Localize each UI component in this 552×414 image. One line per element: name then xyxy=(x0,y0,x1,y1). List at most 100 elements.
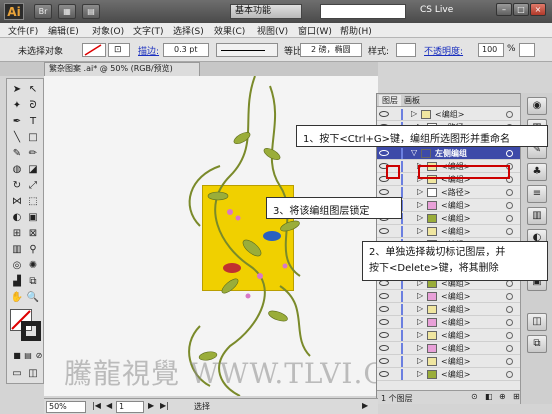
tab-artboards[interactable]: 画板 xyxy=(401,95,423,106)
menu-select[interactable]: 选择(S) xyxy=(173,24,204,37)
scale-tool-icon[interactable]: ⤢ xyxy=(26,179,40,193)
expand-triangle-icon[interactable]: ▷ xyxy=(417,291,423,300)
color-panel-icon[interactable]: ◉ xyxy=(527,97,547,115)
selection-tool-icon[interactable]: ➤ xyxy=(10,83,24,97)
first-artboard-icon[interactable]: |◀ xyxy=(92,401,101,410)
pen-tool-icon[interactable]: ✒ xyxy=(10,115,24,129)
brush-definition[interactable]: 2 磅，椭圆 xyxy=(300,43,362,57)
graphic-style-swatch[interactable] xyxy=(396,43,416,57)
make-clipping-mask-icon[interactable]: ◧ xyxy=(485,392,493,401)
last-artboard-icon[interactable]: ▶| xyxy=(160,401,169,410)
variable-width-profile[interactable] xyxy=(216,43,278,57)
document-tab[interactable]: 繁杂图案 .ai* @ 50% (RGB/预览) xyxy=(44,62,200,76)
lasso-tool-icon[interactable]: ᘐ xyxy=(26,99,40,113)
menu-edit[interactable]: 编辑(E) xyxy=(48,24,79,37)
screen-mode-icon[interactable]: ▭ xyxy=(10,367,24,381)
visibility-eye-icon[interactable] xyxy=(379,306,389,312)
menu-effect[interactable]: 效果(C) xyxy=(214,24,245,37)
graph-tool-icon[interactable]: ▟ xyxy=(10,275,24,289)
target-circle-icon[interactable] xyxy=(506,280,513,287)
target-circle-icon[interactable] xyxy=(506,202,513,209)
status-menu-icon[interactable]: ▶ xyxy=(362,401,368,410)
target-circle-icon[interactable] xyxy=(506,215,513,222)
magic-wand-tool-icon[interactable]: ✦ xyxy=(10,99,24,113)
menu-window[interactable]: 窗口(W) xyxy=(298,24,332,37)
new-sublayer-icon[interactable]: ⊕ xyxy=(499,392,506,401)
new-layer-icon[interactable]: ⊞ xyxy=(513,392,520,401)
drawing-mode-icon[interactable]: ◫ xyxy=(26,367,40,381)
target-circle-icon[interactable] xyxy=(506,358,513,365)
minimize-icon[interactable]: – xyxy=(496,3,512,16)
visibility-eye-icon[interactable] xyxy=(379,150,389,156)
artboard-number[interactable]: 1 xyxy=(116,401,144,413)
layout-button[interactable]: ▤ xyxy=(82,4,100,19)
target-circle-icon[interactable] xyxy=(506,332,513,339)
document-setup-button[interactable] xyxy=(519,43,535,57)
menu-object[interactable]: 对象(O) xyxy=(92,24,124,37)
eyedropper-tool-icon[interactable]: ⚲ xyxy=(26,243,40,257)
visibility-eye-icon[interactable] xyxy=(379,111,389,117)
eraser-tool-icon[interactable]: ◪ xyxy=(26,163,40,177)
expand-triangle-icon[interactable]: ▷ xyxy=(417,317,423,326)
tab-layers[interactable]: 图层 xyxy=(379,95,401,106)
visibility-eye-icon[interactable] xyxy=(379,358,389,364)
expand-triangle-icon[interactable]: ▷ xyxy=(417,330,423,339)
locate-object-icon[interactable]: ⊙ xyxy=(471,392,478,401)
stroke-panel-icon[interactable]: ≡ xyxy=(527,185,547,203)
bridge-button[interactable]: Br xyxy=(34,4,52,19)
expand-triangle-icon[interactable]: ▷ xyxy=(411,109,417,118)
expand-triangle-icon[interactable]: ▷ xyxy=(417,343,423,352)
direct-selection-tool-icon[interactable]: ↖ xyxy=(26,83,40,97)
stroke-swatch[interactable]: ⊡ xyxy=(108,43,130,57)
expand-triangle-icon[interactable]: ▷ xyxy=(417,369,423,378)
target-circle-icon[interactable] xyxy=(506,293,513,300)
expand-triangle-icon[interactable]: ▷ xyxy=(417,304,423,313)
symbols-panel-icon[interactable]: ♣ xyxy=(527,163,547,181)
visibility-eye-icon[interactable] xyxy=(379,293,389,299)
free-transform-tool-icon[interactable]: ⬚ xyxy=(26,195,40,209)
visibility-eye-icon[interactable] xyxy=(379,345,389,351)
visibility-eye-icon[interactable] xyxy=(379,189,389,195)
workspace-switcher[interactable]: 基本功能 xyxy=(230,4,302,19)
pencil-tool-icon[interactable]: ✏ xyxy=(26,147,40,161)
next-artboard-icon[interactable]: ▶ xyxy=(148,401,154,410)
width-tool-icon[interactable]: ⋈ xyxy=(10,195,24,209)
expand-triangle-icon[interactable]: ▷ xyxy=(417,200,423,209)
blob-brush-tool-icon[interactable]: ◍ xyxy=(10,163,24,177)
visibility-eye-icon[interactable] xyxy=(379,319,389,325)
stroke-color-icon[interactable] xyxy=(21,321,41,341)
target-circle-icon[interactable] xyxy=(506,345,513,352)
expand-triangle-icon[interactable]: ▽ xyxy=(411,148,417,157)
shape-builder-tool-icon[interactable]: ◐ xyxy=(10,211,24,225)
maximize-icon[interactable]: □ xyxy=(513,3,529,16)
stroke-label[interactable]: 描边: xyxy=(138,44,159,57)
visibility-eye-icon[interactable] xyxy=(379,332,389,338)
zoom-level[interactable]: 50% xyxy=(46,401,86,413)
live-paint-tool-icon[interactable]: ▣ xyxy=(26,211,40,225)
cs-live-button[interactable]: CS Live xyxy=(420,5,453,15)
hand-tool-icon[interactable]: ✋ xyxy=(10,291,24,305)
gradient-tool-icon[interactable]: ▥ xyxy=(10,243,24,257)
opacity-input[interactable]: 100 xyxy=(478,43,504,57)
menu-file[interactable]: 文件(F) xyxy=(8,24,38,37)
zoom-tool-icon[interactable]: 🔍 xyxy=(26,291,40,305)
target-circle-icon[interactable] xyxy=(506,189,513,196)
perspective-grid-tool-icon[interactable]: ⊞ xyxy=(10,227,24,241)
expand-triangle-icon[interactable]: ▷ xyxy=(417,226,423,235)
menu-help[interactable]: 帮助(H) xyxy=(340,24,372,37)
expand-triangle-icon[interactable]: ▷ xyxy=(417,213,423,222)
target-circle-icon[interactable] xyxy=(506,319,513,326)
menu-view[interactable]: 视图(V) xyxy=(257,24,288,37)
close-icon[interactable]: × xyxy=(530,3,546,16)
target-circle-icon[interactable] xyxy=(506,111,513,118)
fill-swatch[interactable] xyxy=(82,43,106,57)
line-tool-icon[interactable]: ╲ xyxy=(10,131,24,145)
blend-tool-icon[interactable]: ◎ xyxy=(10,259,24,273)
expand-triangle-icon[interactable]: ▷ xyxy=(417,187,423,196)
artboard-tool-icon[interactable]: ⧉ xyxy=(26,275,40,289)
none-mode-icon[interactable]: ⊘ xyxy=(32,349,46,363)
previous-artboard-icon[interactable]: ◀ xyxy=(106,401,112,410)
gradient-panel-icon[interactable]: ▥ xyxy=(527,207,547,225)
stroke-weight-input[interactable]: 0.3 pt xyxy=(163,43,209,57)
visibility-eye-icon[interactable] xyxy=(379,371,389,377)
